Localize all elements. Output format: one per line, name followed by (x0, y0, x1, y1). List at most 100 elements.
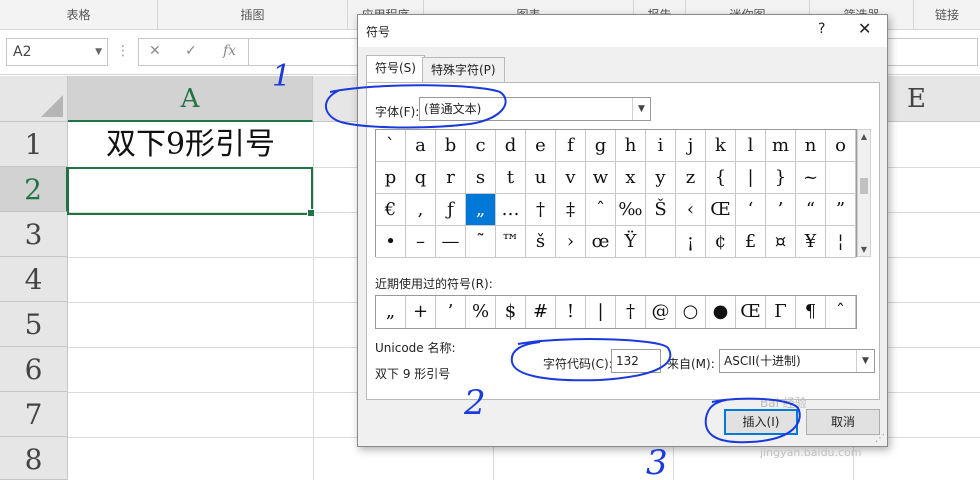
symbol-cell[interactable]: Š (646, 194, 676, 226)
symbol-cell[interactable]: q (406, 162, 436, 194)
symbol-cell[interactable]: h (616, 130, 646, 162)
cell-a1[interactable]: 双下9形引号 (69, 123, 312, 167)
symbol-cell[interactable]: œ (586, 226, 616, 258)
symbol-cell[interactable]: ¤ (766, 226, 796, 258)
symbol-cell[interactable] (646, 226, 676, 258)
help-button[interactable]: ? (818, 21, 825, 37)
symbol-cell[interactable]: – (406, 226, 436, 258)
symbol-cell[interactable]: l (736, 130, 766, 162)
symbol-cell[interactable]: “ (796, 194, 826, 226)
symbol-cell[interactable]: ¡ (676, 226, 706, 258)
symbol-cell[interactable]: , (406, 194, 436, 226)
symbol-cell[interactable]: | (736, 162, 766, 194)
symbol-cell[interactable]: x (616, 162, 646, 194)
symbol-cell[interactable]: u (526, 162, 556, 194)
symbol-cell[interactable]: ’ (766, 194, 796, 226)
row-header-3[interactable]: 3 (0, 212, 68, 257)
symbol-cell[interactable]: e (526, 130, 556, 162)
symbol-cell[interactable] (826, 162, 856, 194)
symbol-cell[interactable]: ˆ (586, 194, 616, 226)
symbol-cell[interactable]: › (556, 226, 586, 258)
symbol-cell[interactable]: r (436, 162, 466, 194)
symbol-cell[interactable]: ` (376, 130, 406, 162)
symbol-cell[interactable]: a (406, 130, 436, 162)
symbol-cell[interactable]: — (436, 226, 466, 258)
symbol-cell[interactable]: n (796, 130, 826, 162)
recent-symbol-cell[interactable]: # (526, 296, 556, 328)
symbol-cell[interactable]: ¢ (706, 226, 736, 258)
font-select[interactable]: (普通文本) ▼ (419, 97, 651, 121)
more-options-icon[interactable]: ⋮ (116, 43, 130, 59)
symbol-cell[interactable]: † (526, 194, 556, 226)
symbol-cell[interactable]: d (496, 130, 526, 162)
symbol-cell[interactable]: ‰ (616, 194, 646, 226)
select-all-corner[interactable] (0, 76, 68, 122)
from-select[interactable]: ASCII(十进制) ▼ (719, 349, 875, 373)
symbol-cell[interactable]: s (466, 162, 496, 194)
insert-button[interactable]: 插入(I) (724, 409, 798, 435)
cancel-entry-icon[interactable]: ✕ (149, 43, 161, 59)
recent-symbol-cell[interactable]: ¶ (796, 296, 826, 328)
row-header-7[interactable]: 7 (0, 392, 68, 437)
symbol-cell[interactable]: y (646, 162, 676, 194)
symbol-cell[interactable]: t (496, 162, 526, 194)
recent-symbol-cell[interactable]: ○ (676, 296, 706, 328)
cancel-button[interactable]: 取消 (806, 409, 880, 435)
symbol-cell[interactable]: c (466, 130, 496, 162)
column-header-a[interactable]: A (68, 76, 313, 122)
symbol-cell[interactable]: p (376, 162, 406, 194)
row-header-8[interactable]: 8 (0, 437, 68, 480)
symbol-cell[interactable]: ¥ (796, 226, 826, 258)
symbol-cell[interactable]: ‡ (556, 194, 586, 226)
tab-special-characters[interactable]: 特殊字符(P) (422, 57, 505, 83)
recent-symbol-cell[interactable]: | (586, 296, 616, 328)
symbol-cell[interactable]: { (706, 162, 736, 194)
recent-symbol-cell[interactable]: Γ (766, 296, 796, 328)
cell-a2-selected[interactable] (67, 167, 315, 217)
scroll-up-icon[interactable]: ▲ (858, 132, 870, 141)
scroll-thumb[interactable] (860, 178, 868, 194)
symbol-cell[interactable]: ¦ (826, 226, 856, 258)
chevron-down-icon[interactable]: ▼ (632, 98, 650, 120)
row-header-4[interactable]: 4 (0, 257, 68, 302)
symbol-cell[interactable]: • (376, 226, 406, 258)
symbol-cell[interactable]: w (586, 162, 616, 194)
symbol-cell[interactable]: Œ (706, 194, 736, 226)
recent-symbol-cell[interactable]: % (466, 296, 496, 328)
recent-symbol-cell[interactable]: † (616, 296, 646, 328)
recent-symbol-cell[interactable]: @ (646, 296, 676, 328)
symbol-cell[interactable]: ‘ (736, 194, 766, 226)
symbol-cell[interactable]: f (556, 130, 586, 162)
chevron-down-icon[interactable]: ▼ (856, 350, 874, 372)
close-icon[interactable]: ✕ (858, 19, 871, 38)
insert-function-icon[interactable]: fx (223, 43, 236, 59)
recent-symbol-cell[interactable]: $ (496, 296, 526, 328)
symbol-cell[interactable]: š (526, 226, 556, 258)
confirm-entry-icon[interactable]: ✓ (185, 43, 197, 59)
name-box[interactable]: A2 ▼ (6, 38, 108, 66)
recent-symbol-cell[interactable]: ’ (436, 296, 466, 328)
recent-symbol-cell[interactable]: ● (706, 296, 736, 328)
recent-symbol-cell[interactable]: „ (376, 296, 406, 328)
recent-symbol-cell[interactable]: ˆ (826, 296, 856, 328)
symbol-cell[interactable]: g (586, 130, 616, 162)
symbol-cell[interactable]: ™ (496, 226, 526, 258)
symbol-cell[interactable]: i (646, 130, 676, 162)
row-header-1[interactable]: 1 (0, 122, 68, 167)
row-header-5[interactable]: 5 (0, 302, 68, 347)
symbol-cell[interactable]: £ (736, 226, 766, 258)
symbol-cell[interactable]: k (706, 130, 736, 162)
recent-symbol-cell[interactable]: + (406, 296, 436, 328)
row-header-6[interactable]: 6 (0, 347, 68, 392)
symbol-cell[interactable]: j (676, 130, 706, 162)
symbol-cell[interactable]: ˜ (466, 226, 496, 258)
symbol-cell[interactable]: ƒ (436, 194, 466, 226)
symbol-cell[interactable]: o (826, 130, 856, 162)
chevron-down-icon[interactable]: ▼ (95, 39, 102, 65)
symbol-cell[interactable]: ~ (796, 162, 826, 194)
resize-grip-icon[interactable]: ⋰ (875, 433, 885, 444)
symbol-grid-scrollbar[interactable]: ▲ ▼ (857, 129, 871, 257)
scroll-down-icon[interactable]: ▼ (858, 245, 870, 254)
symbol-cell[interactable]: ” (826, 194, 856, 226)
symbol-cell[interactable]: } (766, 162, 796, 194)
